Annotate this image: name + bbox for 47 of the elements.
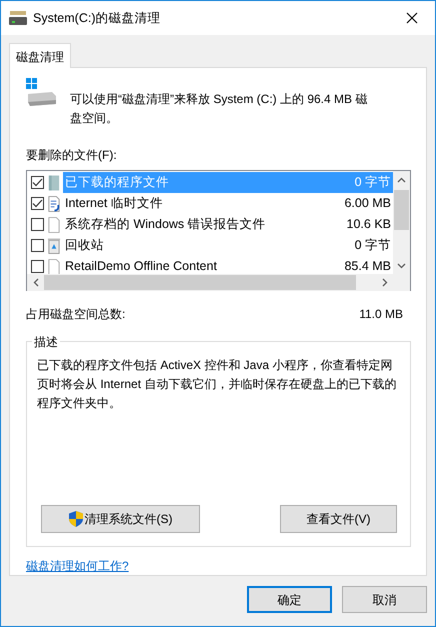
scroll-down-icon[interactable] xyxy=(397,262,406,268)
total-label: 占用磁盘空间总数: xyxy=(26,306,126,323)
file-name: 已下载的程序文件 xyxy=(65,174,169,192)
file-list-item[interactable]: 回收站 0 字节 xyxy=(63,235,393,256)
scroll-left-icon[interactable] xyxy=(32,278,38,287)
checkbox[interactable] xyxy=(31,197,44,210)
file-name: 系统存档的 Windows 错误报告文件 xyxy=(65,216,266,234)
scrollbar-thumb[interactable] xyxy=(44,275,356,290)
package-icon xyxy=(47,174,61,192)
ok-button[interactable]: 确定 xyxy=(247,586,332,613)
drive-icon xyxy=(26,78,58,108)
cancel-button[interactable]: 取消 xyxy=(342,586,427,613)
group-title: 描述 xyxy=(32,333,60,351)
view-files-button[interactable]: 查看文件(V) xyxy=(280,505,397,533)
intro-text: 可以使用“磁盘清理”来释放 System (C:) 上的 96.4 MB 磁盘空间。 xyxy=(70,91,368,127)
file-list-item[interactable]: 系统存档的 Windows 错误报告文件 10.6 KB xyxy=(63,214,393,235)
file-list-item[interactable]: Internet 临时文件 6.00 MB xyxy=(63,193,393,214)
recycle-bin-icon xyxy=(47,236,61,254)
close-icon xyxy=(406,12,418,24)
scroll-up-icon[interactable] xyxy=(397,176,406,182)
file-size: 6.00 MB xyxy=(344,195,391,212)
document-icon xyxy=(47,258,61,274)
document-icon xyxy=(47,216,61,234)
drive-icon xyxy=(9,11,27,25)
file-name: Internet 临时文件 xyxy=(65,195,163,212)
file-size: 10.6 KB xyxy=(346,216,391,234)
file-size: 85.4 MB xyxy=(344,258,391,274)
file-name: 回收站 xyxy=(65,237,104,254)
file-list-item[interactable]: RetailDemo Offline Content 85.4 MB xyxy=(63,256,393,274)
cleanup-system-button[interactable]: 清理系统文件(S) xyxy=(41,505,200,533)
file-size: 0 字节 xyxy=(354,237,391,254)
total-value: 11.0 MB xyxy=(359,306,403,323)
checkbox[interactable] xyxy=(31,218,44,231)
checkbox[interactable] xyxy=(31,260,44,273)
window-title: System(C:)的磁盘清理 xyxy=(33,10,162,27)
scroll-right-icon[interactable] xyxy=(382,278,388,287)
checkbox[interactable] xyxy=(31,239,44,252)
description-text: 已下载的程序文件包括 ActiveX 控件和 Java 小程序，你查看特定网页时将会从 Internet 自动下载它们，并临时保存在硬盘上的已下载的程序文件夹中。 xyxy=(37,357,398,412)
checkbox[interactable] xyxy=(31,176,44,189)
files-label: 要删除的文件(F): xyxy=(26,147,118,164)
document-icon xyxy=(47,194,61,212)
tab[interactable]: 磁盘清理 xyxy=(9,43,71,68)
scrollbar-thumb[interactable] xyxy=(394,190,409,230)
shield-icon xyxy=(68,511,82,527)
help-link[interactable]: 磁盘清理如何工作? xyxy=(26,557,129,575)
file-name: RetailDemo Offline Content xyxy=(65,258,217,274)
file-size: 0 字节 xyxy=(354,174,391,192)
